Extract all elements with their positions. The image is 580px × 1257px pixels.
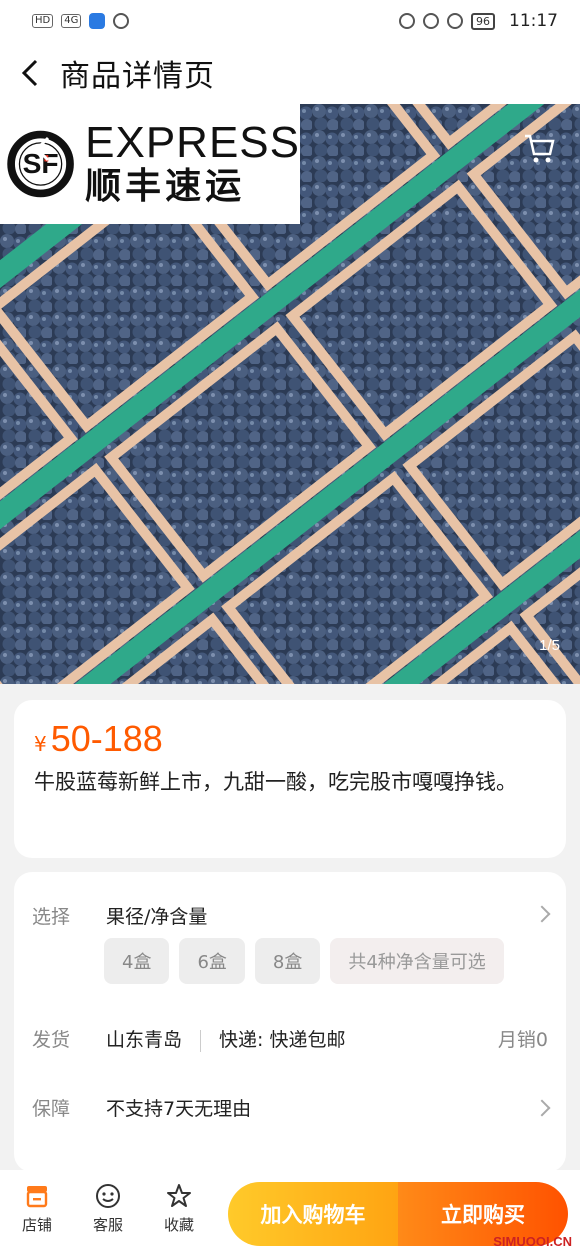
chevron-right-icon[interactable] [533, 1099, 551, 1117]
gallery-back-icon[interactable] [28, 134, 58, 164]
monthly-sales: 月销0 [497, 1029, 548, 1051]
currency-symbol: ¥ [34, 732, 47, 756]
options-card: 选择 果径/净含量 4盒 6盒 8盒 共4种净含量可选 发货 山东青岛 快递: 快… [14, 872, 566, 1172]
app-notification-icon [89, 13, 106, 29]
hd-badge: HD [32, 14, 54, 28]
star-icon [167, 1184, 191, 1207]
guarantee-value[interactable]: 不支持7天无理由 [106, 1094, 251, 1121]
price: ¥ 50-188 [34, 718, 546, 760]
select-label: 选择 [32, 906, 71, 928]
chip-4-boxes[interactable]: 4盒 [104, 938, 170, 984]
nfc-icon [399, 13, 415, 29]
spec-selector[interactable]: 果径/净含量 [106, 902, 207, 929]
wechat-icon [113, 13, 130, 29]
battery-indicator: 96 [471, 12, 495, 30]
price-range: 50-188 [50, 718, 163, 759]
status-left: HD 4G [32, 13, 130, 29]
smiley-chat-icon [96, 1184, 120, 1208]
service-label: 客服 [92, 1216, 123, 1234]
chevron-left-icon [21, 59, 38, 87]
ship-label: 发货 [32, 1029, 71, 1051]
sf-express-logo: SF EXPRESS 顺丰速运 [0, 104, 300, 224]
eye-icon [423, 13, 439, 29]
divider [200, 1029, 202, 1052]
chip-more-options[interactable]: 共4种净含量可选 [330, 938, 504, 984]
product-description: 牛股蓝莓新鲜上市，九甜一酸，吃完股市嘎嘎挣钱。 [34, 770, 517, 794]
sf-logo-mark: SF [7, 130, 74, 198]
status-right: 96 11:17 [399, 11, 558, 31]
shop-label: 店铺 [21, 1216, 52, 1234]
watermark: SIMUOOI.CN [493, 1234, 572, 1249]
customer-service-button[interactable]: 客服 [73, 1182, 143, 1235]
logo-text: EXPRESS 顺丰速运 [85, 120, 300, 208]
price-card: ¥ 50-188 牛股蓝莓新鲜上市，九甜一酸，吃完股市嘎嘎挣钱。 [14, 700, 566, 858]
shipping-info: 山东青岛 快递: 快递包邮 [106, 1025, 345, 1052]
status-bar: HD 4G 96 11:17 [0, 0, 580, 42]
page-title: 商品详情页 [60, 59, 215, 94]
page-header: 商品详情页 [0, 42, 580, 104]
spec-chips: 4盒 6盒 8盒 共4种净含量可选 [104, 938, 504, 984]
shopping-cart-icon[interactable] [522, 130, 558, 166]
add-to-cart-button[interactable]: 加入购物车 [228, 1182, 398, 1246]
clock: 11:17 [509, 11, 558, 31]
guarantee-label: 保障 [32, 1098, 71, 1120]
alarm-icon [447, 13, 463, 29]
back-button[interactable] [0, 42, 60, 104]
ship-express: 快递: 快递包邮 [219, 1029, 346, 1051]
ship-origin: 山东青岛 [106, 1029, 183, 1051]
store-icon [26, 1186, 48, 1208]
favorite-label: 收藏 [163, 1216, 194, 1234]
bottom-action-bar: 店铺 客服 收藏 加入购物车 立即购买 SIMUOOI.CN [0, 1170, 580, 1257]
chip-6-boxes[interactable]: 6盒 [179, 938, 245, 984]
logo-english: EXPRESS [85, 118, 300, 167]
chip-8-boxes[interactable]: 8盒 [254, 938, 321, 984]
logo-chinese: 顺丰速运 [85, 166, 246, 207]
product-image-carousel[interactable]: SF EXPRESS 顺丰速运 1/5 [0, 104, 580, 684]
favorite-button[interactable]: 收藏 [144, 1182, 214, 1235]
chevron-right-icon[interactable] [533, 905, 551, 923]
network-badge: 4G [61, 14, 82, 28]
image-counter: 1/5 [539, 637, 560, 654]
shop-button[interactable]: 店铺 [2, 1182, 72, 1235]
